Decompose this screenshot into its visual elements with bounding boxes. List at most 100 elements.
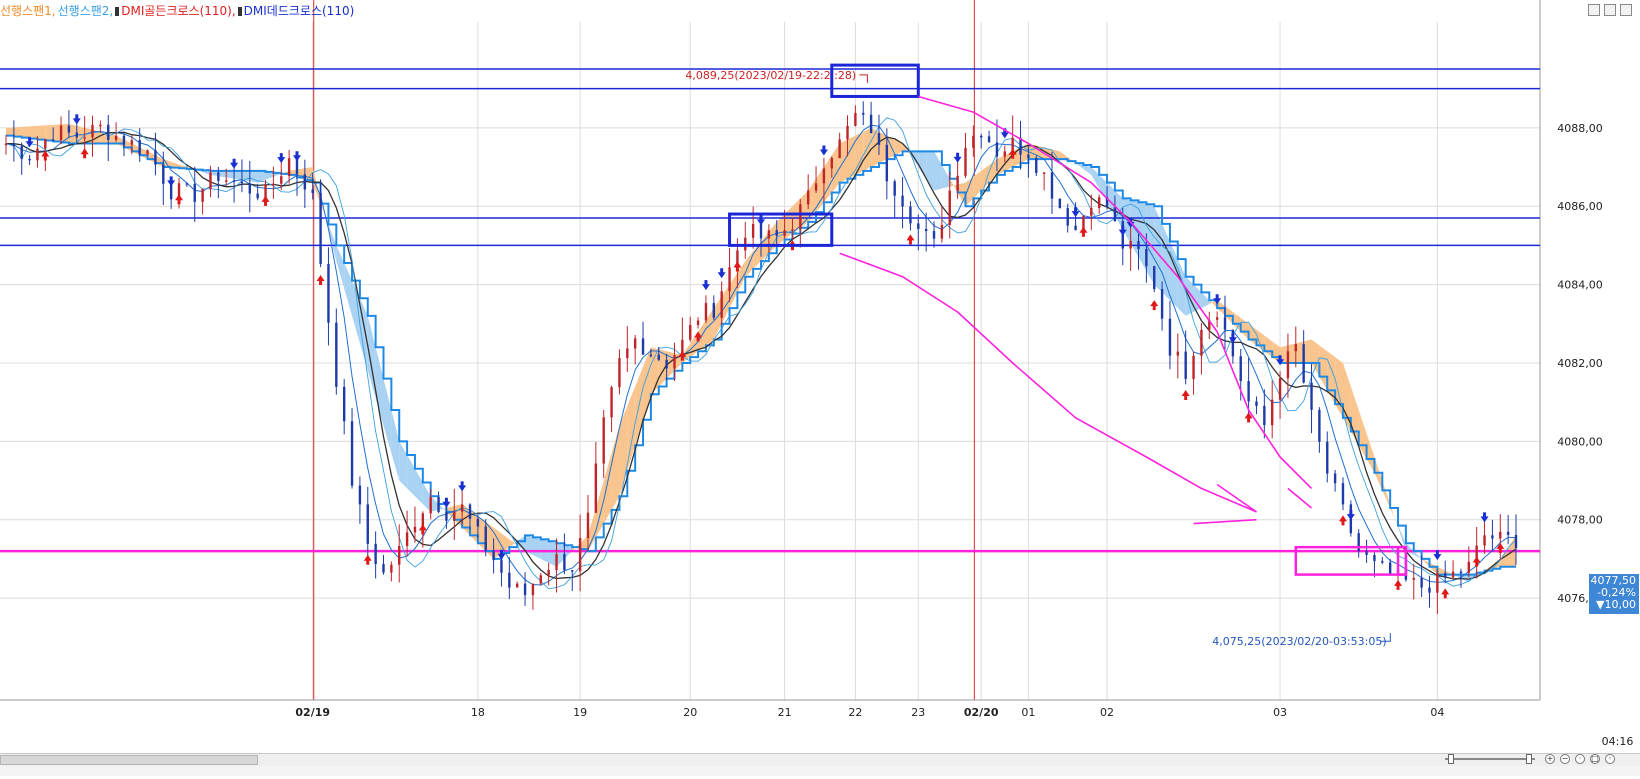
- zoom-mode-icon[interactable]: ◦: [1605, 754, 1615, 764]
- candle-body: [1255, 401, 1258, 406]
- candle-body: [398, 546, 401, 565]
- candle-body: [1270, 399, 1274, 426]
- candle-body: [1035, 157, 1038, 173]
- candle-body: [1381, 561, 1384, 563]
- candle-body: [1247, 381, 1250, 402]
- candle-body: [1412, 577, 1415, 580]
- cloud-segment: [37, 125, 46, 141]
- zoom-slider-knob-end[interactable]: [1526, 754, 1532, 764]
- candle-body: [1145, 248, 1148, 267]
- candle-body: [972, 135, 975, 148]
- candle-body: [602, 417, 605, 464]
- legend-marker-icon: [237, 7, 242, 16]
- candle-body: [1113, 207, 1117, 222]
- candle-body: [209, 172, 212, 190]
- candle-body: [453, 511, 456, 521]
- candle-body: [775, 230, 778, 236]
- candle-body: [382, 564, 385, 573]
- y-tick-label: 4088,00: [1557, 122, 1603, 135]
- candle-body: [893, 181, 896, 196]
- zoom-in-icon[interactable]: +: [1545, 754, 1555, 764]
- candle-body: [924, 228, 928, 232]
- x-tick-label: 02/20: [964, 706, 999, 719]
- candle-body: [539, 575, 542, 584]
- candle-body: [657, 354, 660, 360]
- legend-item[interactable]: DMI데드크로스(110): [244, 4, 355, 18]
- candle-body: [1436, 573, 1439, 593]
- candle-body: [854, 112, 857, 126]
- candle-body: [1137, 240, 1140, 249]
- candle-body: [594, 463, 598, 513]
- legend-item[interactable]: 선행스팬2,: [58, 4, 114, 18]
- candle-body: [830, 158, 833, 169]
- candle-body: [1491, 535, 1494, 539]
- legend-item[interactable]: 선행스팬1,: [0, 4, 56, 18]
- candle-body: [1239, 356, 1242, 382]
- zoom-out-icon[interactable]: −: [1560, 754, 1570, 764]
- candle-body: [217, 172, 220, 181]
- candle-body: [649, 354, 653, 357]
- candle-body: [1129, 240, 1132, 249]
- candle-body: [1357, 533, 1360, 552]
- candle-body: [1278, 378, 1282, 400]
- horizontal-scrollbar[interactable]: [0, 753, 1640, 766]
- candle-body: [319, 193, 322, 264]
- legend-marker-icon: [115, 7, 120, 16]
- chart-area[interactable]: 4088,00 4086,00 4084,00 4082,00 4080,00 4078,…: [0, 0, 1640, 776]
- scrollbar-thumb[interactable]: [0, 755, 258, 765]
- zoom-slider-knob[interactable]: [1448, 754, 1454, 764]
- candle-body: [1058, 198, 1062, 209]
- candle-body: [193, 183, 196, 202]
- candle-body: [1428, 587, 1431, 593]
- candle-body: [783, 230, 786, 236]
- candle-body: [1160, 289, 1164, 319]
- candle-body: [185, 183, 189, 185]
- candle-body: [256, 193, 259, 199]
- candle-body: [20, 146, 23, 159]
- candle-body: [154, 150, 157, 165]
- candle-body: [515, 583, 519, 588]
- legend-item[interactable]: DMI골든크로스(110),: [121, 4, 235, 18]
- candle-body: [948, 190, 951, 225]
- candle-body: [1215, 317, 1219, 320]
- zoom-fit-icon[interactable]: □: [1590, 754, 1600, 764]
- restore-button[interactable]: [1588, 4, 1600, 16]
- candle-body: [767, 230, 771, 239]
- candle-body: [571, 570, 574, 572]
- candle-body: [114, 135, 118, 141]
- settings-button[interactable]: [1604, 4, 1616, 16]
- candle-body: [413, 526, 417, 533]
- candle-body: [67, 125, 71, 133]
- close-button[interactable]: [1620, 4, 1632, 16]
- candle-body: [44, 139, 47, 149]
- candle-body: [1050, 172, 1054, 199]
- candle-body: [1176, 351, 1180, 356]
- candle-body: [366, 504, 369, 544]
- y-tick-label: 4086,00: [1557, 200, 1603, 213]
- candle-body: [1223, 317, 1227, 330]
- candle-body: [610, 387, 613, 418]
- candle-body: [492, 550, 495, 561]
- candle-body: [75, 132, 78, 138]
- candle-body: [1483, 535, 1486, 546]
- cloud-segment: [863, 127, 872, 171]
- x-tick-label: 01: [1021, 706, 1035, 719]
- candle-body: [673, 355, 676, 369]
- zoom-reset-icon[interactable]: ·: [1575, 754, 1585, 764]
- zoom-slider-track[interactable]: [1445, 758, 1535, 760]
- candle-body: [814, 183, 818, 191]
- candle-body: [91, 124, 94, 138]
- candle-body: [995, 142, 999, 157]
- candle-body: [1451, 571, 1455, 578]
- candle-body: [99, 124, 102, 127]
- candle-body: [869, 114, 873, 134]
- current-time-label: 04:16: [1601, 735, 1634, 748]
- chart-svg[interactable]: 4088,00 4086,00 4084,00 4082,00 4080,00 4078,…: [0, 0, 1640, 776]
- candle-body: [563, 554, 566, 571]
- candle-body: [1420, 577, 1423, 588]
- candle-body: [225, 180, 228, 182]
- candle-body: [468, 504, 472, 519]
- candle-body: [1467, 561, 1471, 573]
- candle-body: [523, 583, 527, 596]
- high-price-annotation: 4,089,25(2023/02/19-22:2 :28): [685, 69, 856, 82]
